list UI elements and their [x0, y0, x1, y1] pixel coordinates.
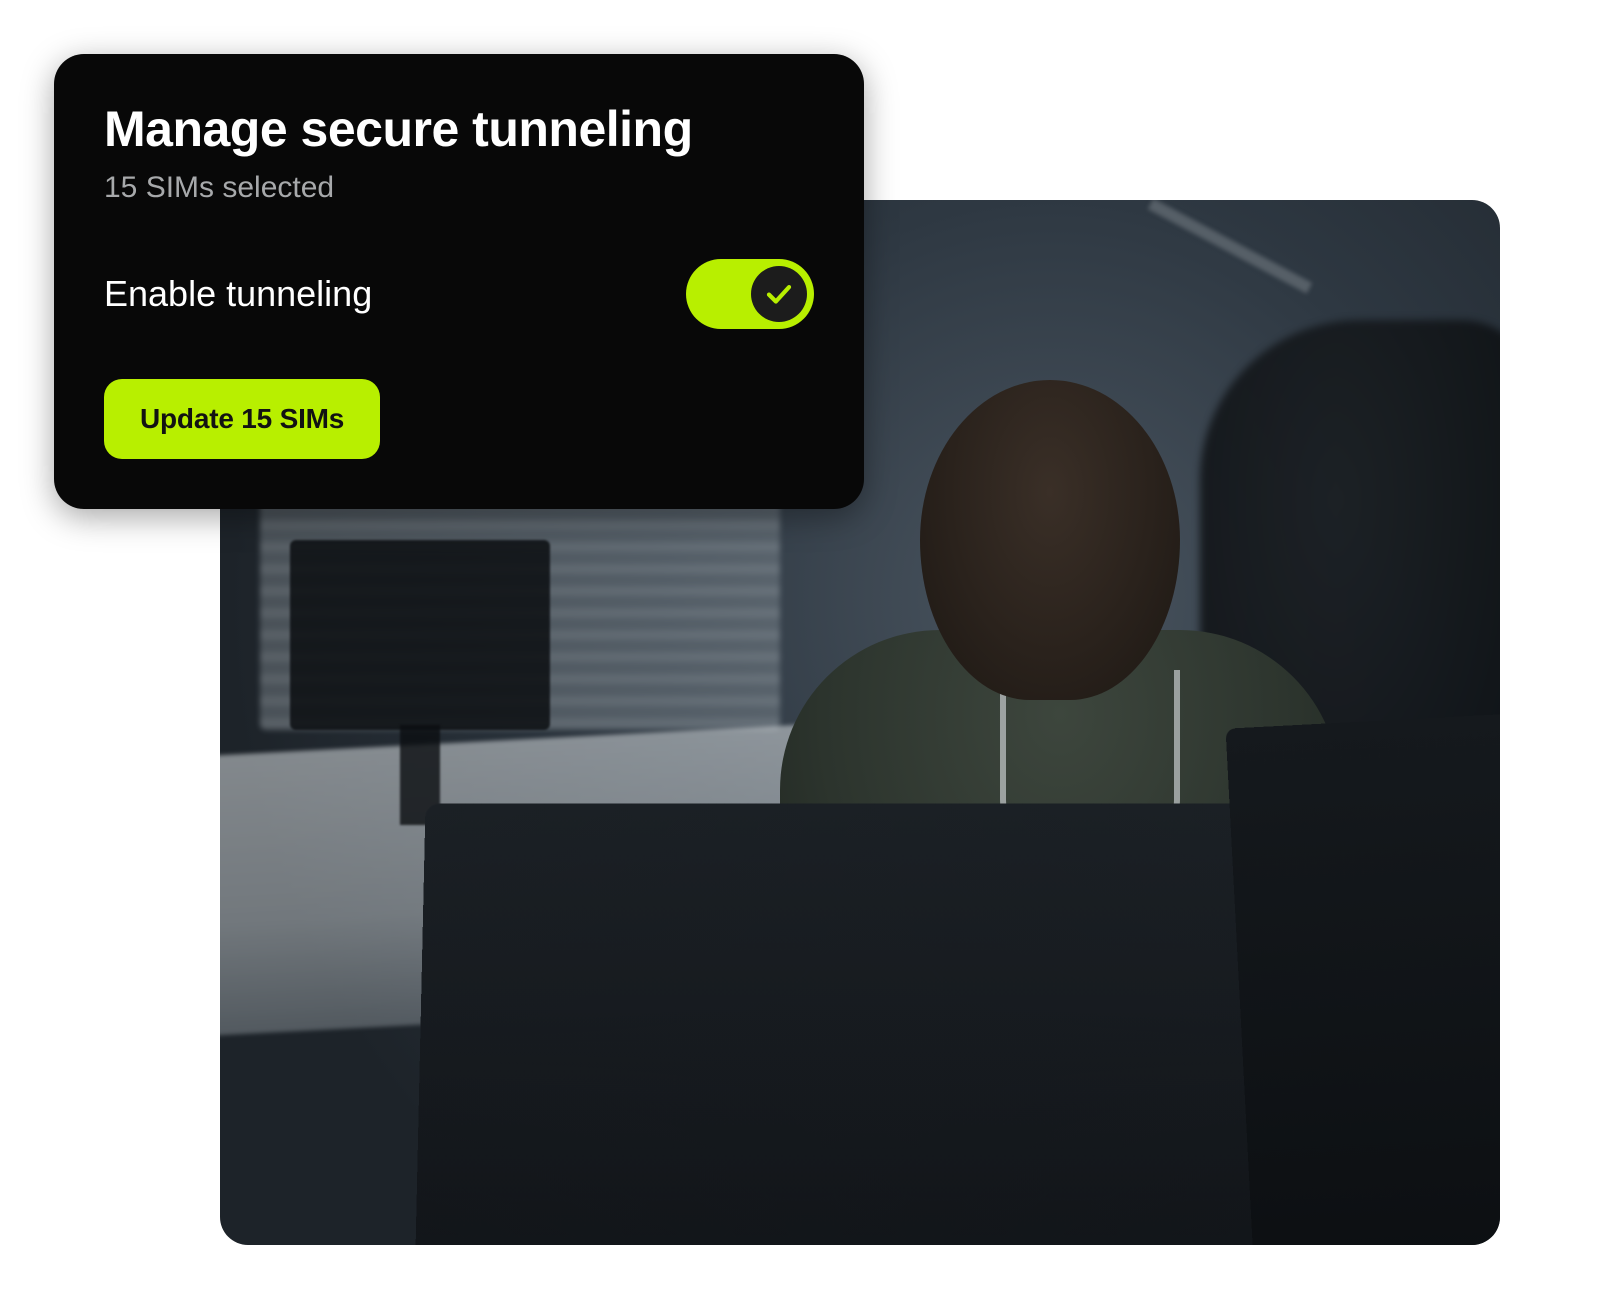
enable-tunneling-toggle[interactable] [686, 259, 814, 329]
enable-tunneling-label: Enable tunneling [104, 273, 372, 315]
toggle-knob [751, 266, 807, 322]
update-sims-button[interactable]: Update 15 SIMs [104, 379, 380, 459]
check-icon [764, 279, 794, 309]
secure-tunneling-dialog: Manage secure tunneling 15 SIMs selected… [54, 54, 864, 509]
dialog-subtitle: 15 SIMs selected [104, 171, 814, 205]
enable-tunneling-row: Enable tunneling [104, 259, 814, 329]
dialog-title: Manage secure tunneling [104, 102, 814, 157]
